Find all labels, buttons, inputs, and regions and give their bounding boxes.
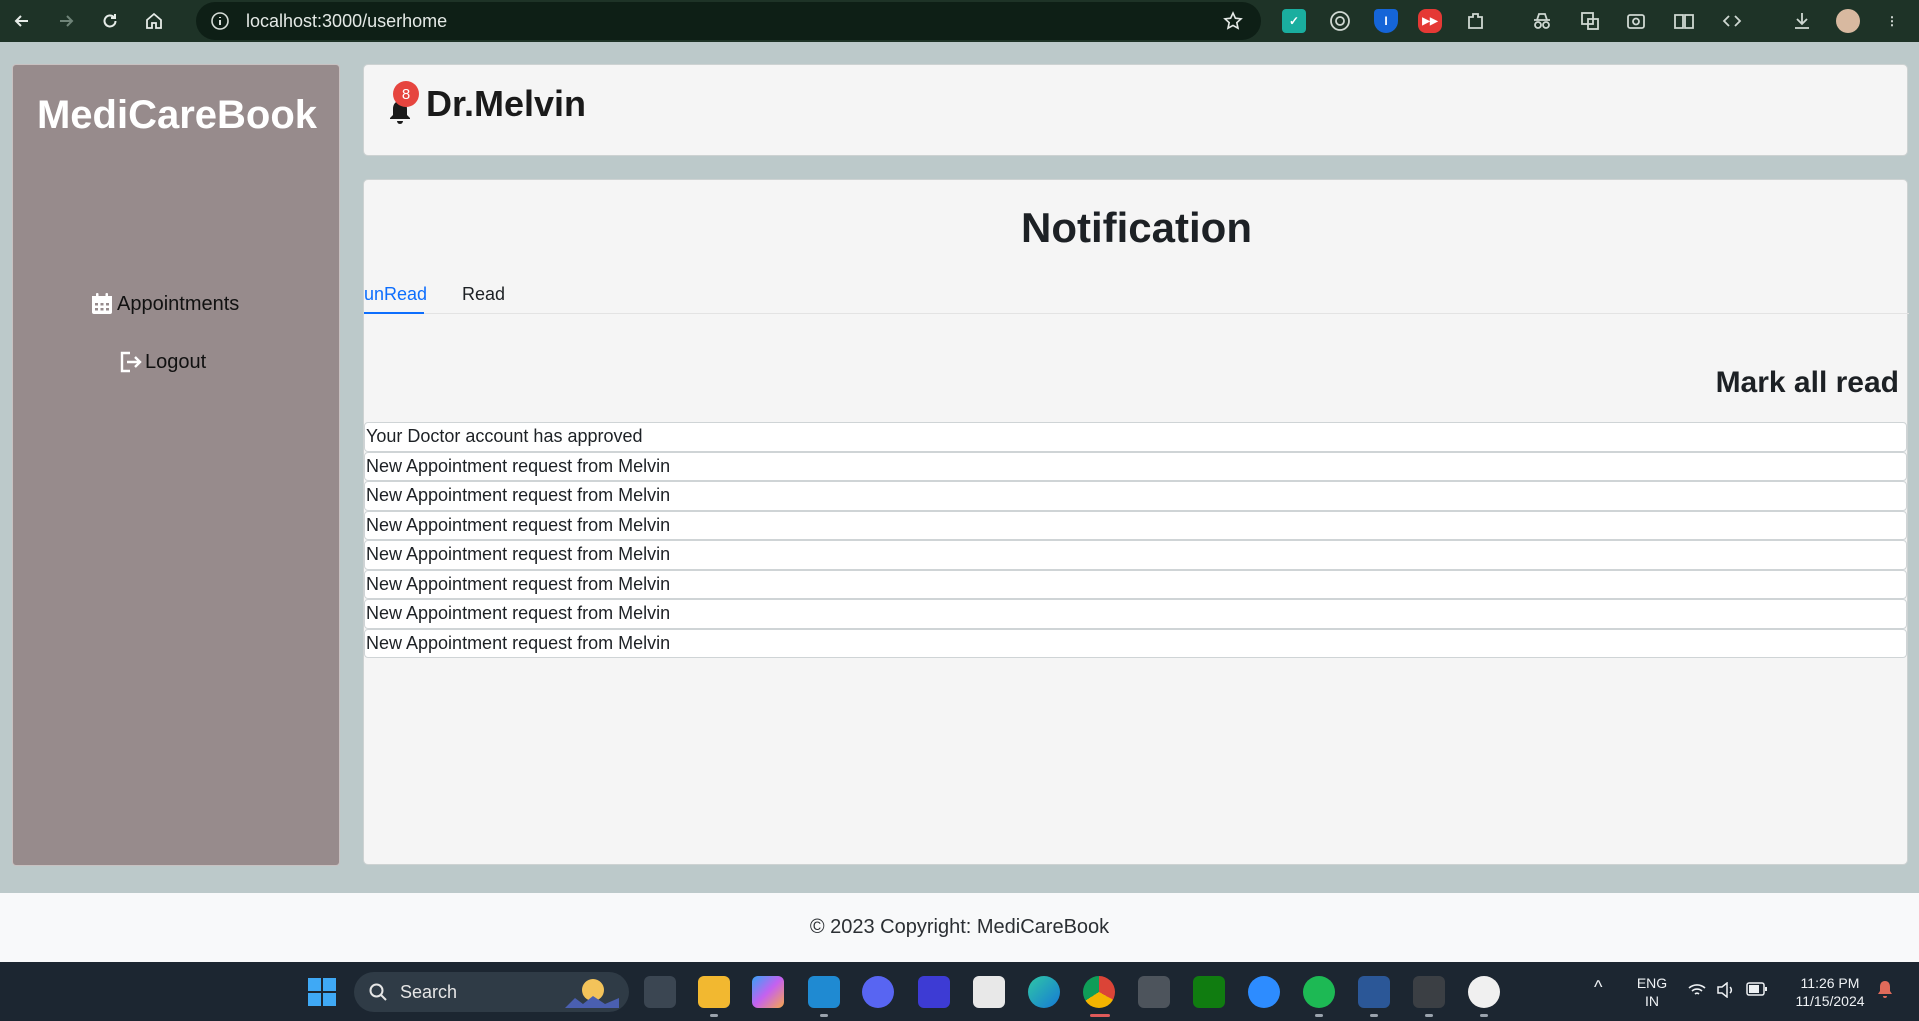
volume-icon[interactable] bbox=[1716, 981, 1736, 1002]
tab-unread[interactable]: unRead bbox=[364, 284, 427, 314]
extensions-puzzle-icon[interactable] bbox=[1464, 9, 1488, 33]
doctor-name: Dr.Melvin bbox=[426, 83, 587, 124]
gamepad-app-icon[interactable] bbox=[644, 976, 676, 1008]
devtools-code-icon[interactable] bbox=[1720, 9, 1744, 33]
tab-read[interactable]: Read bbox=[462, 284, 505, 314]
search-label: Search bbox=[400, 981, 458, 1002]
spotify-icon[interactable] bbox=[1303, 976, 1335, 1008]
mongodb-compass-icon[interactable] bbox=[1468, 976, 1500, 1008]
bookmark-star-icon[interactable] bbox=[1223, 11, 1243, 31]
region-code: IN bbox=[1645, 993, 1659, 1009]
home-icon[interactable] bbox=[132, 0, 176, 42]
notification-item[interactable]: New Appointment request from Melvin bbox=[364, 481, 1907, 511]
running-indicator bbox=[1425, 1014, 1433, 1017]
running-indicator bbox=[820, 1014, 828, 1017]
notification-item[interactable]: New Appointment request from Melvin bbox=[364, 540, 1907, 570]
language-code: ENG bbox=[1636, 975, 1668, 991]
notification-item[interactable]: New Appointment request from Melvin bbox=[364, 599, 1907, 629]
dev-app-icon[interactable] bbox=[918, 976, 950, 1008]
incognito-icon[interactable] bbox=[1530, 9, 1554, 33]
os-taskbar: Search ^ ENG IN 11:26 PM 11/15/2024 bbox=[0, 962, 1919, 1021]
microsoft-store-icon[interactable] bbox=[973, 976, 1005, 1008]
site-info-icon[interactable] bbox=[210, 11, 230, 31]
browser-toolbar: localhost:3000/userhome ✓ I ▶▶ ⋮ bbox=[0, 0, 1919, 42]
copilot-icon[interactable] bbox=[752, 976, 784, 1008]
bitwarden-shield-icon[interactable]: I bbox=[1374, 9, 1398, 33]
profile-avatar-icon[interactable] bbox=[1836, 9, 1860, 33]
copyright-text: © 2023 Copyright: MediCareBook bbox=[809, 916, 1110, 938]
download-icon[interactable] bbox=[1790, 9, 1814, 33]
sidebar-item-label: Appointments bbox=[117, 292, 240, 315]
reload-icon[interactable] bbox=[88, 0, 132, 42]
back-icon[interactable] bbox=[0, 0, 44, 42]
discord-icon[interactable] bbox=[862, 976, 894, 1008]
reading-mode-icon[interactable] bbox=[1672, 9, 1696, 33]
address-bar[interactable]: localhost:3000/userhome bbox=[196, 2, 1261, 40]
translate-icon[interactable] bbox=[1578, 9, 1602, 33]
running-indicator bbox=[710, 1014, 718, 1017]
mark-all-read-link[interactable]: Mark all read bbox=[1716, 366, 1899, 400]
search-icon bbox=[369, 983, 387, 1001]
xbox-icon[interactable] bbox=[1193, 976, 1225, 1008]
vscode-icon[interactable] bbox=[808, 976, 840, 1008]
clock-date: 11/15/2024 bbox=[1795, 993, 1865, 1009]
menu-kebab-icon[interactable]: ⋮ bbox=[1880, 9, 1904, 33]
sidebar: MediCareBook Appointments Logout bbox=[12, 64, 340, 866]
logout-icon bbox=[120, 351, 142, 373]
file-explorer-icon[interactable] bbox=[698, 976, 730, 1008]
search-highlight-icon bbox=[565, 979, 619, 1008]
notification-item[interactable]: New Appointment request from Melvin bbox=[364, 510, 1907, 540]
taskbar-search[interactable]: Search bbox=[354, 972, 629, 1012]
sidebar-item-appointments[interactable]: Appointments bbox=[89, 291, 239, 317]
sidebar-item-label: Logout bbox=[145, 350, 207, 373]
language-indicator[interactable]: ENG IN bbox=[1628, 974, 1676, 1010]
windows-start-icon[interactable] bbox=[306, 976, 338, 1008]
notification-bell-icon[interactable] bbox=[1876, 980, 1894, 1004]
battery-icon[interactable] bbox=[1746, 982, 1768, 1000]
url-text[interactable]: localhost:3000/userhome bbox=[246, 11, 447, 32]
clock[interactable]: 11:26 PM 11/15/2024 bbox=[1784, 974, 1876, 1010]
wifi-icon[interactable] bbox=[1688, 982, 1706, 1002]
page-title: Notification bbox=[1021, 204, 1252, 251]
forward-icon[interactable] bbox=[44, 0, 88, 42]
notification-tabs: unRead Read bbox=[364, 284, 1909, 314]
sidebar-item-logout[interactable]: Logout bbox=[117, 349, 206, 375]
notification-panel: Notification unRead Read Mark all read Y… bbox=[363, 179, 1909, 865]
screenshot-icon[interactable] bbox=[1624, 9, 1648, 33]
header-card: 8 Dr.Melvin bbox=[363, 64, 1908, 156]
notification-count-badge: 8 bbox=[393, 81, 419, 107]
edge-icon[interactable] bbox=[1028, 976, 1060, 1008]
notification-item[interactable]: Your Doctor account has approved bbox=[364, 422, 1907, 452]
chrome-icon[interactable] bbox=[1083, 976, 1115, 1008]
brand-title: MediCareBook bbox=[36, 93, 318, 137]
notification-item[interactable]: New Appointment request from Melvin bbox=[364, 451, 1907, 481]
terminal-icon[interactable] bbox=[1413, 976, 1445, 1008]
running-indicator bbox=[1315, 1014, 1323, 1017]
clock-time: 11:26 PM bbox=[1800, 975, 1860, 991]
page-footer: © 2023 Copyright: MediCareBook bbox=[0, 893, 1919, 962]
calendar-icon bbox=[92, 293, 112, 314]
running-indicator bbox=[1370, 1014, 1378, 1017]
notification-list: Your Doctor account has approved New App… bbox=[364, 422, 1907, 658]
show-hidden-icons-chevron-icon[interactable]: ^ bbox=[1594, 978, 1602, 996]
youtube-extension-icon[interactable]: ▶▶ bbox=[1418, 9, 1442, 33]
extension-check-icon[interactable]: ✓ bbox=[1282, 9, 1306, 33]
extension-circle-icon[interactable] bbox=[1328, 9, 1352, 33]
notification-item[interactable]: New Appointment request from Melvin bbox=[364, 628, 1907, 658]
word-icon[interactable] bbox=[1358, 976, 1390, 1008]
notification-item[interactable]: New Appointment request from Melvin bbox=[364, 569, 1907, 599]
active-indicator bbox=[1090, 1014, 1110, 1017]
zoom-icon[interactable] bbox=[1248, 976, 1280, 1008]
unity-icon[interactable] bbox=[1138, 976, 1170, 1008]
running-indicator bbox=[1480, 1014, 1488, 1017]
